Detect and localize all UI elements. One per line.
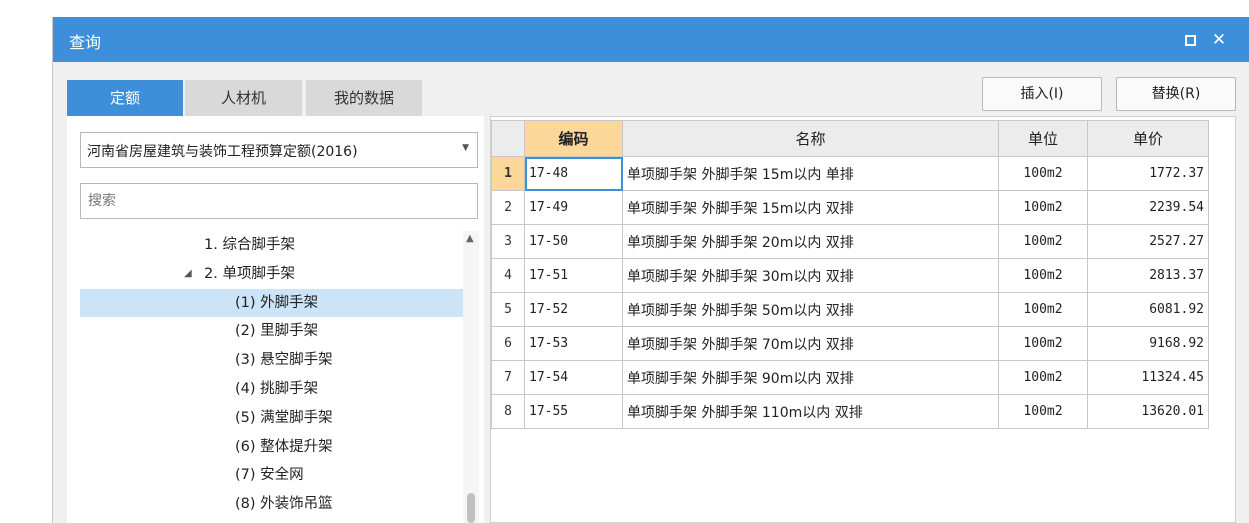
tree-item-label: (7) 安全网 xyxy=(235,467,304,484)
cell-unit[interactable]: 100m2 xyxy=(998,394,1088,429)
cell-unit[interactable]: 100m2 xyxy=(998,156,1088,191)
quota-db-select[interactable]: 河南省房屋建筑与装饰工程预算定额(2016) ▼ xyxy=(80,132,478,168)
tree-item[interactable]: (3) 悬空脚手架 xyxy=(80,346,463,374)
tree-item[interactable]: (8) 外装饰吊篮 xyxy=(80,490,463,518)
maximize-icon[interactable] xyxy=(1180,30,1200,50)
results-table: 编码 名称 单位 单价 1 17-48 单项脚手架 外脚手架 15m以内 单排 100… xyxy=(491,120,1209,429)
column-header-unit[interactable]: 单位 xyxy=(998,120,1088,157)
column-header-code[interactable]: 编码 xyxy=(524,120,623,157)
tree-item[interactable]: (4) 挑脚手架 xyxy=(80,375,463,403)
tab-materials[interactable]: 人材机 xyxy=(185,80,302,116)
tree-item[interactable]: (5) 满堂脚手架 xyxy=(80,404,463,432)
tree-item[interactable]: (7) 安全网 xyxy=(80,461,463,489)
tree-item[interactable]: ◢ 2. 单项脚手架 xyxy=(80,260,463,288)
cell-code[interactable]: 17-52 xyxy=(524,292,623,327)
row-number[interactable]: 3 xyxy=(491,224,525,259)
tree-item-label: (4) 挑脚手架 xyxy=(235,381,319,397)
row-number[interactable]: 7 xyxy=(491,360,525,395)
table-row[interactable]: 8 17-55 单项脚手架 外脚手架 110m以内 双排 100m2 13620.01 xyxy=(491,394,1209,429)
tree-item[interactable]: (2) 里脚手架 xyxy=(80,317,463,345)
cell-code[interactable]: 17-51 xyxy=(524,258,623,293)
cell-price[interactable]: 6081.92 xyxy=(1087,292,1209,327)
cell-unit[interactable]: 100m2 xyxy=(998,326,1088,361)
table-row[interactable]: 3 17-50 单项脚手架 外脚手架 20m以内 双排 100m2 2527.27 xyxy=(491,224,1209,259)
cell-price[interactable]: 2239.54 xyxy=(1087,190,1209,225)
table-row[interactable]: 4 17-51 单项脚手架 外脚手架 30m以内 双排 100m2 2813.37 xyxy=(491,258,1209,293)
title-bar[interactable]: 查询 ✕ xyxy=(53,17,1249,62)
row-number[interactable]: 2 xyxy=(491,190,525,225)
cell-name[interactable]: 单项脚手架 外脚手架 110m以内 双排 xyxy=(622,394,999,429)
category-tree: 1. 综合脚手架 ◢ 2. 单项脚手架 (1) 外脚手架 (2) 里脚手架 (3) 悬空脚… xyxy=(80,231,463,523)
table-row[interactable]: 6 17-53 单项脚手架 外脚手架 70m以内 双排 100m2 9168.92 xyxy=(491,326,1209,361)
cell-unit[interactable]: 100m2 xyxy=(998,360,1088,395)
table-row[interactable]: 7 17-54 单项脚手架 外脚手架 90m以内 双排 100m2 11324.45 xyxy=(491,360,1209,395)
tree-item-label: 2. 单项脚手架 xyxy=(204,265,295,282)
row-number[interactable]: 1 xyxy=(491,156,525,191)
chevron-down-icon: ▼ xyxy=(462,143,469,153)
cell-name[interactable]: 单项脚手架 外脚手架 15m以内 双排 xyxy=(622,190,999,225)
cell-unit[interactable]: 100m2 xyxy=(998,292,1088,327)
quota-tree-panel: 河南省房屋建筑与装饰工程预算定额(2016) ▼ 1. 综合脚手架 ◢ 2. 单项脚… xyxy=(67,116,484,523)
tree-item-label: 1. 综合脚手架 xyxy=(204,237,295,253)
table-row[interactable]: 2 17-49 单项脚手架 外脚手架 15m以内 双排 100m2 2239.54 xyxy=(491,190,1209,225)
tree-item-label: (6) 整体提升架 xyxy=(235,438,333,455)
scroll-up-icon[interactable]: ▲ xyxy=(466,233,474,244)
tree-item-label: (8) 外装饰吊篮 xyxy=(235,496,333,513)
cell-price[interactable]: 2813.37 xyxy=(1087,258,1209,293)
table-row[interactable]: 5 17-52 单项脚手架 外脚手架 50m以内 双排 100m2 6081.92 xyxy=(491,292,1209,327)
row-number[interactable]: 4 xyxy=(491,258,525,293)
cell-price[interactable]: 1772.37 xyxy=(1087,156,1209,191)
row-number-header xyxy=(491,120,525,157)
tree-item-label: (1) 外脚手架 xyxy=(235,294,319,311)
cell-unit[interactable]: 100m2 xyxy=(998,258,1088,293)
insert-button[interactable]: 插入(I) xyxy=(982,77,1102,111)
tree-item[interactable]: (1) 外脚手架 xyxy=(80,288,463,317)
tree-item[interactable]: 1. 综合脚手架 xyxy=(80,231,463,259)
column-header-price[interactable]: 单价 xyxy=(1087,120,1209,157)
cell-code[interactable]: 17-53 xyxy=(524,326,623,361)
search-field[interactable] xyxy=(80,183,478,219)
tab-my-data[interactable]: 我的数据 xyxy=(306,80,422,116)
cell-name[interactable]: 单项脚手架 外脚手架 90m以内 双排 xyxy=(622,360,999,395)
cell-price[interactable]: 9168.92 xyxy=(1087,326,1209,361)
cell-code[interactable]: 17-49 xyxy=(524,190,623,225)
cell-code[interactable]: 17-55 xyxy=(524,394,623,429)
column-header-name[interactable]: 名称 xyxy=(622,120,999,157)
cell-unit[interactable]: 100m2 xyxy=(998,224,1088,259)
quota-db-value: 河南省房屋建筑与装饰工程预算定额(2016) xyxy=(87,144,358,160)
collapse-triangle-icon[interactable]: ◢ xyxy=(184,260,192,288)
table-header-row: 编码 名称 单位 单价 xyxy=(491,120,1209,157)
table-row[interactable]: 1 17-48 单项脚手架 外脚手架 15m以内 单排 100m2 1772.37 xyxy=(491,156,1209,191)
dialog-title: 查询 xyxy=(69,33,102,52)
cell-price[interactable]: 11324.45 xyxy=(1087,360,1209,395)
row-number[interactable]: 6 xyxy=(491,326,525,361)
tree-item-label: (2) 里脚手架 xyxy=(235,323,319,340)
cell-name[interactable]: 单项脚手架 外脚手架 50m以内 双排 xyxy=(622,292,999,327)
results-grid-panel: 编码 名称 单位 单价 1 17-48 单项脚手架 外脚手架 15m以内 单排 100… xyxy=(490,116,1236,523)
tree-item-label: (5) 满堂脚手架 xyxy=(235,409,333,426)
row-number[interactable]: 5 xyxy=(491,292,525,327)
cell-unit[interactable]: 100m2 xyxy=(998,190,1088,225)
cell-price[interactable]: 2527.27 xyxy=(1087,224,1209,259)
cell-name[interactable]: 单项脚手架 外脚手架 15m以内 单排 xyxy=(622,156,999,191)
cell-name[interactable]: 单项脚手架 外脚手架 70m以内 双排 xyxy=(622,326,999,361)
close-icon[interactable]: ✕ xyxy=(1209,30,1229,50)
tree-scrollbar[interactable]: ▲ xyxy=(463,231,479,523)
cell-name[interactable]: 单项脚手架 外脚手架 20m以内 双排 xyxy=(622,224,999,259)
cell-code[interactable]: 17-50 xyxy=(524,224,623,259)
tree-item-label: (3) 悬空脚手架 xyxy=(235,352,333,369)
query-dialog: 查询 ✕ 定额 人材机 我的数据 插入(I) 替换(R) 河南省房屋建筑与装饰工… xyxy=(52,17,1249,523)
cell-code[interactable]: 17-54 xyxy=(524,360,623,395)
tree-item[interactable]: (6) 整体提升架 xyxy=(80,433,463,461)
cell-code[interactable]: 17-48 xyxy=(524,156,623,191)
scrollbar-thumb[interactable] xyxy=(467,493,475,523)
cell-name[interactable]: 单项脚手架 外脚手架 30m以内 双排 xyxy=(622,258,999,293)
search-input[interactable] xyxy=(86,184,470,218)
row-number[interactable]: 8 xyxy=(491,394,525,429)
cell-price[interactable]: 13620.01 xyxy=(1087,394,1209,429)
replace-button[interactable]: 替换(R) xyxy=(1116,77,1236,111)
tab-quota[interactable]: 定额 xyxy=(67,80,183,116)
